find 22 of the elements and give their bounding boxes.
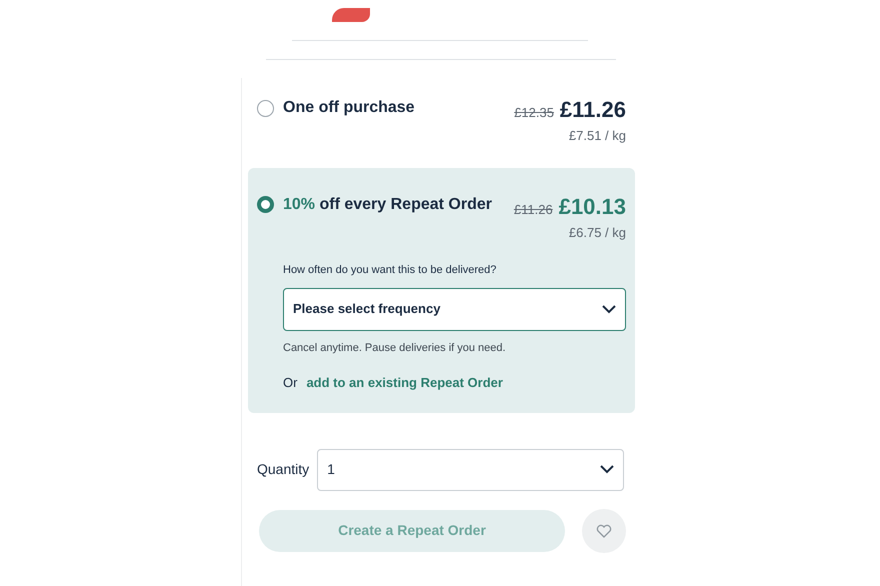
option-label: 10% off every Repeat Order [283, 194, 492, 214]
unit-price: £7.51 / kg [568, 127, 626, 145]
price: £11.26 [560, 96, 626, 124]
option-label: One off purchase [283, 98, 415, 118]
heart-icon [596, 524, 612, 538]
radio-button[interactable] [257, 100, 274, 116]
unit-price: £6.75 / kg [568, 224, 626, 242]
or-text: Or [283, 374, 298, 392]
chevron-down-icon [600, 465, 614, 474]
wishlist-button[interactable] [582, 508, 626, 552]
cancel-note: Cancel anytime. Pause deliveries if you need. [283, 340, 507, 356]
quantity-label: Quantity [257, 460, 310, 479]
price: £10.13 [558, 192, 626, 220]
chevron-down-icon [602, 304, 616, 314]
frequency-question: How often do you want this to be delivered? [283, 263, 498, 278]
existing-order-link[interactable]: add to an existing Repeat Order [306, 373, 503, 392]
radio-button[interactable] [257, 196, 274, 213]
old-price: £11.26 [514, 200, 553, 218]
frequency-select[interactable]: Please select frequency [283, 288, 626, 330]
quantity-select[interactable]: 1 [317, 448, 624, 490]
old-price: £12.35 [514, 104, 554, 122]
badge-shape [332, 8, 370, 22]
